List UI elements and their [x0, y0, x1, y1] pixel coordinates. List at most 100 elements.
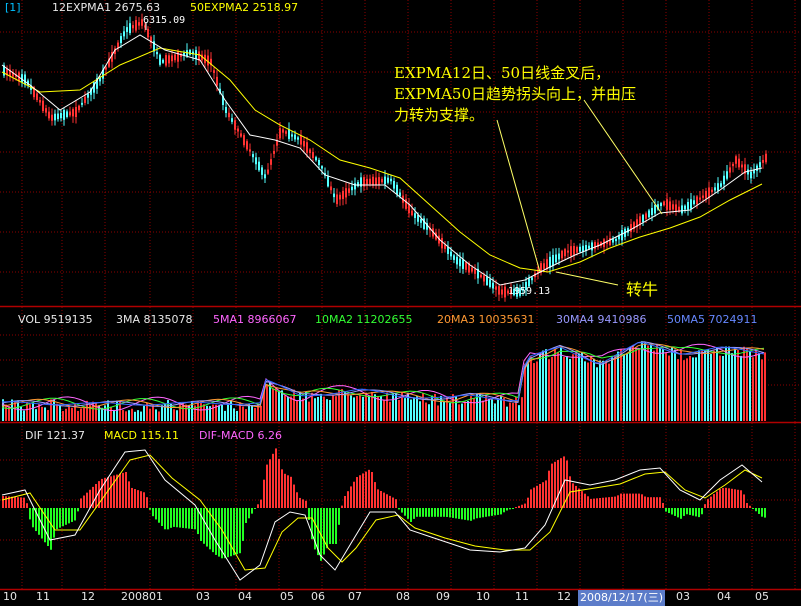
macd-bar [479, 508, 481, 518]
candle-body [171, 55, 173, 62]
macd-bar [257, 504, 259, 508]
volume-bar [254, 407, 256, 421]
macd-bar [740, 490, 742, 508]
candle-body [330, 186, 332, 191]
candle-body [660, 203, 662, 206]
macd-bar [698, 508, 700, 518]
macd-bar [80, 498, 82, 508]
volume-bar [47, 410, 49, 421]
macd-bar [74, 508, 76, 521]
candle-body [129, 23, 131, 34]
candle-body [270, 159, 272, 165]
volume-bar [677, 359, 679, 421]
macd-bar [170, 508, 172, 528]
macd-bar [260, 499, 262, 508]
macd-bar [32, 508, 34, 528]
macd-bar [38, 508, 40, 535]
candle-body [258, 161, 260, 171]
x-tick-label: 05 [280, 590, 294, 603]
macd-bar [200, 508, 202, 541]
macd-bar [626, 493, 628, 508]
volume-bar [155, 409, 157, 421]
macd-bar [548, 470, 550, 508]
candle-body [213, 70, 215, 73]
candle-body [285, 131, 287, 134]
candle-body [699, 197, 701, 200]
macd-bar [611, 496, 613, 508]
macd-bar [422, 508, 424, 517]
candle-body [609, 237, 611, 246]
macd-bar [356, 477, 358, 508]
volume-bar [236, 410, 238, 421]
volume-bar [362, 396, 364, 421]
volume-bar [293, 389, 295, 421]
macd-bar [287, 475, 289, 508]
macd-bar [134, 489, 136, 508]
macd-bar [275, 448, 277, 508]
volume-bar [509, 402, 511, 421]
volume-bar [551, 357, 553, 421]
macd-bar [734, 489, 736, 508]
volume-bar [308, 401, 310, 421]
candle-body [462, 259, 464, 269]
candle-body [687, 202, 689, 210]
candle-body [504, 286, 506, 298]
candle-body [243, 135, 245, 146]
candle-body [339, 194, 341, 200]
volume-bar [206, 405, 208, 421]
candle-body [558, 253, 560, 260]
difmacd-readout: DIF-MACD 6.26 [199, 429, 282, 442]
candle-body [447, 246, 449, 254]
volume-bar [320, 393, 322, 421]
volume-bar [641, 341, 643, 421]
macd-bar [272, 453, 274, 508]
x-tick-label: 11 [36, 590, 50, 603]
volume-bar [497, 398, 499, 421]
volume-bar [404, 398, 406, 421]
macd-bar [329, 508, 331, 544]
candle-body [159, 54, 161, 65]
trough-label: 1959.13 [508, 286, 551, 297]
macd-bar [143, 492, 145, 508]
volume-bar [221, 404, 223, 421]
candle-body [255, 157, 257, 165]
volume-bar [701, 350, 703, 421]
volume-bar [56, 403, 58, 421]
macd-bar [551, 463, 553, 508]
macd-bar [653, 497, 655, 508]
panel-tag[interactable]: [1] [5, 1, 21, 14]
vol-ma2-readout: 10MA2 11202655 [315, 313, 413, 326]
volume-bar [563, 356, 565, 421]
macd-bar [377, 489, 379, 508]
candle-body [729, 167, 731, 173]
candle-body [594, 242, 596, 250]
volume-bar [632, 344, 634, 421]
selected-date-cursor[interactable]: 2008/12/17(三) [578, 590, 665, 606]
volume-bar [224, 410, 226, 421]
macd-bar [23, 497, 25, 508]
candle-body [621, 230, 623, 241]
macd-bar [485, 508, 487, 517]
macd-bar [515, 507, 517, 509]
macd-bar [683, 508, 685, 516]
candle-body [759, 162, 761, 168]
volume-bar [290, 396, 292, 421]
volume-bar [287, 396, 289, 421]
candle-body [60, 113, 62, 119]
candle-body [735, 156, 737, 164]
volume-bar [71, 407, 73, 421]
macd-bar [656, 497, 658, 508]
macd-bar [644, 496, 646, 508]
macd-bar [605, 497, 607, 508]
macd-bar [413, 508, 415, 519]
x-tick-label: 10 [3, 590, 17, 603]
x-tick-label: 11 [515, 590, 529, 603]
macd-bar [536, 485, 538, 508]
candle-body [135, 20, 137, 31]
volume-bar [251, 405, 253, 421]
volume-bar [482, 400, 484, 421]
volume-bar [602, 360, 604, 421]
volume-bar [260, 405, 262, 421]
candle-body [126, 27, 128, 32]
volume-bar [575, 352, 577, 421]
